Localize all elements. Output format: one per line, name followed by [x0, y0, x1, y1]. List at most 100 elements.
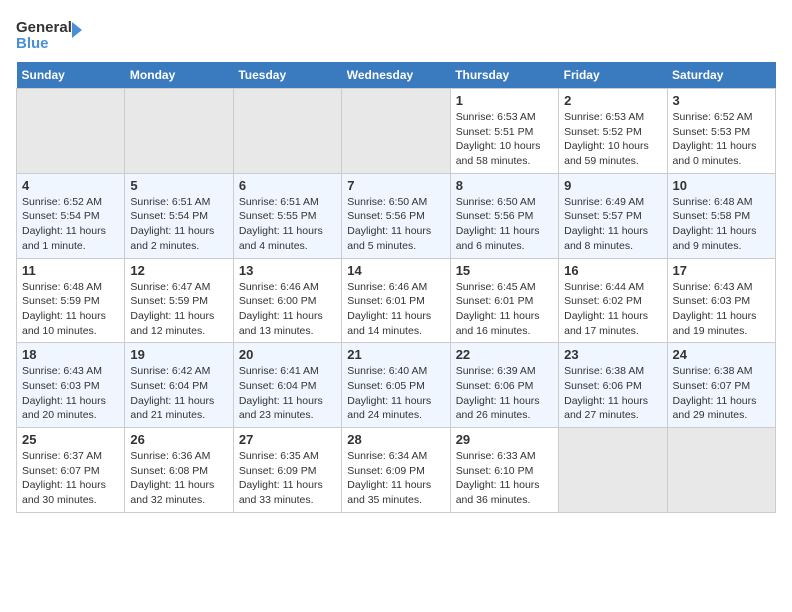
calendar-cell: 23Sunrise: 6:38 AM Sunset: 6:06 PM Dayli… [559, 343, 667, 428]
day-info: Sunrise: 6:40 AM Sunset: 6:05 PM Dayligh… [347, 364, 444, 423]
calendar-cell: 14 Sunrise: 6:46 AM Sunset: 6:01 PM Dayli… [342, 258, 450, 343]
day-info: Sunrise: 6:50 AM Sunset: 5:56 PM Dayligh… [347, 195, 444, 254]
svg-text:Blue: Blue [16, 35, 49, 52]
day-info: Sunrise: 6:43 AM Sunset: 6:03 PM Dayligh… [22, 364, 119, 423]
calendar-cell: 16 Sunrise: 6:44 AM Sunset: 6:02 PM Dayli… [559, 258, 667, 343]
day-number: 3 [673, 93, 770, 108]
day-info: Sunrise: 6:53 AM Sunset: 5:52 PM Dayligh… [564, 110, 661, 169]
day-header-saturday: Saturday [667, 62, 775, 89]
calendar-cell: 11 Sunrise: 6:48 AM Sunset: 5:59 PM Dayli… [17, 258, 125, 343]
day-number: 10 [673, 178, 770, 193]
calendar-cell [559, 428, 667, 513]
day-number: 1 [456, 93, 553, 108]
calendar-cell [667, 428, 775, 513]
calendar-cell: 7 Sunrise: 6:50 AM Sunset: 5:56 PM Daylig… [342, 173, 450, 258]
day-info: Sunrise: 6:34 AM Sunset: 6:09 PM Dayligh… [347, 449, 444, 508]
week-row-4: 18Sunrise: 6:43 AM Sunset: 6:03 PM Dayli… [17, 343, 776, 428]
day-info: Sunrise: 6:50 AM Sunset: 5:56 PM Dayligh… [456, 195, 553, 254]
day-number: 20 [239, 347, 336, 362]
svg-text:General: General [16, 19, 72, 36]
week-row-1: 1 Sunrise: 6:53 AM Sunset: 5:51 PM Daylig… [17, 89, 776, 174]
day-info: Sunrise: 6:33 AM Sunset: 6:10 PM Dayligh… [456, 449, 553, 508]
day-number: 17 [673, 263, 770, 278]
day-info: Sunrise: 6:48 AM Sunset: 5:59 PM Dayligh… [22, 280, 119, 339]
day-info: Sunrise: 6:46 AM Sunset: 6:01 PM Dayligh… [347, 280, 444, 339]
calendar-cell: 20 Sunrise: 6:41 AM Sunset: 6:04 PM Dayli… [233, 343, 341, 428]
calendar-cell: 2 Sunrise: 6:53 AM Sunset: 5:52 PM Daylig… [559, 89, 667, 174]
calendar-cell: 21 Sunrise: 6:40 AM Sunset: 6:05 PM Dayli… [342, 343, 450, 428]
day-number: 22 [456, 347, 553, 362]
day-header-tuesday: Tuesday [233, 62, 341, 89]
day-number: 12 [130, 263, 227, 278]
day-number: 15 [456, 263, 553, 278]
day-number: 6 [239, 178, 336, 193]
calendar-cell: 4 Sunrise: 6:52 AM Sunset: 5:54 PM Daylig… [17, 173, 125, 258]
calendar-cell: 6 Sunrise: 6:51 AM Sunset: 5:55 PM Daylig… [233, 173, 341, 258]
day-info: Sunrise: 6:51 AM Sunset: 5:55 PM Dayligh… [239, 195, 336, 254]
calendar-cell: 18Sunrise: 6:43 AM Sunset: 6:03 PM Dayli… [17, 343, 125, 428]
day-info: Sunrise: 6:47 AM Sunset: 5:59 PM Dayligh… [130, 280, 227, 339]
day-info: Sunrise: 6:37 AM Sunset: 6:07 PM Dayligh… [22, 449, 119, 508]
calendar-table: SundayMondayTuesdayWednesdayThursdayFrid… [16, 62, 776, 513]
calendar-cell: 24Sunrise: 6:38 AM Sunset: 6:07 PM Dayli… [667, 343, 775, 428]
calendar-cell: 17Sunrise: 6:43 AM Sunset: 6:03 PM Dayli… [667, 258, 775, 343]
day-header-monday: Monday [125, 62, 233, 89]
day-number: 5 [130, 178, 227, 193]
day-header-thursday: Thursday [450, 62, 558, 89]
calendar-cell: 28 Sunrise: 6:34 AM Sunset: 6:09 PM Dayli… [342, 428, 450, 513]
day-number: 26 [130, 432, 227, 447]
week-row-3: 11 Sunrise: 6:48 AM Sunset: 5:59 PM Dayli… [17, 258, 776, 343]
day-info: Sunrise: 6:52 AM Sunset: 5:54 PM Dayligh… [22, 195, 119, 254]
header: GeneralBlue [16, 16, 776, 54]
calendar-cell: 22 Sunrise: 6:39 AM Sunset: 6:06 PM Dayli… [450, 343, 558, 428]
calendar-cell: 5 Sunrise: 6:51 AM Sunset: 5:54 PM Daylig… [125, 173, 233, 258]
day-info: Sunrise: 6:35 AM Sunset: 6:09 PM Dayligh… [239, 449, 336, 508]
day-number: 11 [22, 263, 119, 278]
calendar-cell [233, 89, 341, 174]
day-info: Sunrise: 6:51 AM Sunset: 5:54 PM Dayligh… [130, 195, 227, 254]
calendar-header-row: SundayMondayTuesdayWednesdayThursdayFrid… [17, 62, 776, 89]
calendar-cell: 13 Sunrise: 6:46 AM Sunset: 6:00 PM Dayli… [233, 258, 341, 343]
day-info: Sunrise: 6:46 AM Sunset: 6:00 PM Dayligh… [239, 280, 336, 339]
calendar-cell: 27 Sunrise: 6:35 AM Sunset: 6:09 PM Dayli… [233, 428, 341, 513]
day-header-wednesday: Wednesday [342, 62, 450, 89]
calendar-cell [17, 89, 125, 174]
logo: GeneralBlue [16, 16, 86, 54]
day-number: 28 [347, 432, 444, 447]
day-number: 13 [239, 263, 336, 278]
day-number: 9 [564, 178, 661, 193]
day-number: 4 [22, 178, 119, 193]
calendar-cell: 29 Sunrise: 6:33 AM Sunset: 6:10 PM Dayli… [450, 428, 558, 513]
calendar-cell: 10 Sunrise: 6:48 AM Sunset: 5:58 PM Dayli… [667, 173, 775, 258]
week-row-2: 4 Sunrise: 6:52 AM Sunset: 5:54 PM Daylig… [17, 173, 776, 258]
day-header-sunday: Sunday [17, 62, 125, 89]
week-row-5: 25Sunrise: 6:37 AM Sunset: 6:07 PM Dayli… [17, 428, 776, 513]
calendar-body: 1 Sunrise: 6:53 AM Sunset: 5:51 PM Daylig… [17, 89, 776, 513]
calendar-cell [125, 89, 233, 174]
day-number: 8 [456, 178, 553, 193]
calendar-cell: 1 Sunrise: 6:53 AM Sunset: 5:51 PM Daylig… [450, 89, 558, 174]
day-number: 29 [456, 432, 553, 447]
day-info: Sunrise: 6:42 AM Sunset: 6:04 PM Dayligh… [130, 364, 227, 423]
day-info: Sunrise: 6:36 AM Sunset: 6:08 PM Dayligh… [130, 449, 227, 508]
calendar-cell: 3 Sunrise: 6:52 AM Sunset: 5:53 PM Daylig… [667, 89, 775, 174]
day-number: 2 [564, 93, 661, 108]
day-number: 7 [347, 178, 444, 193]
day-number: 27 [239, 432, 336, 447]
day-number: 16 [564, 263, 661, 278]
calendar-cell: 26 Sunrise: 6:36 AM Sunset: 6:08 PM Dayli… [125, 428, 233, 513]
day-info: Sunrise: 6:41 AM Sunset: 6:04 PM Dayligh… [239, 364, 336, 423]
day-info: Sunrise: 6:39 AM Sunset: 6:06 PM Dayligh… [456, 364, 553, 423]
day-header-friday: Friday [559, 62, 667, 89]
day-number: 19 [130, 347, 227, 362]
day-info: Sunrise: 6:52 AM Sunset: 5:53 PM Dayligh… [673, 110, 770, 169]
day-info: Sunrise: 6:45 AM Sunset: 6:01 PM Dayligh… [456, 280, 553, 339]
day-info: Sunrise: 6:44 AM Sunset: 6:02 PM Dayligh… [564, 280, 661, 339]
day-info: Sunrise: 6:53 AM Sunset: 5:51 PM Dayligh… [456, 110, 553, 169]
calendar-cell [342, 89, 450, 174]
day-number: 21 [347, 347, 444, 362]
day-number: 14 [347, 263, 444, 278]
day-info: Sunrise: 6:38 AM Sunset: 6:07 PM Dayligh… [673, 364, 770, 423]
day-info: Sunrise: 6:48 AM Sunset: 5:58 PM Dayligh… [673, 195, 770, 254]
logo-svg: GeneralBlue [16, 16, 86, 54]
